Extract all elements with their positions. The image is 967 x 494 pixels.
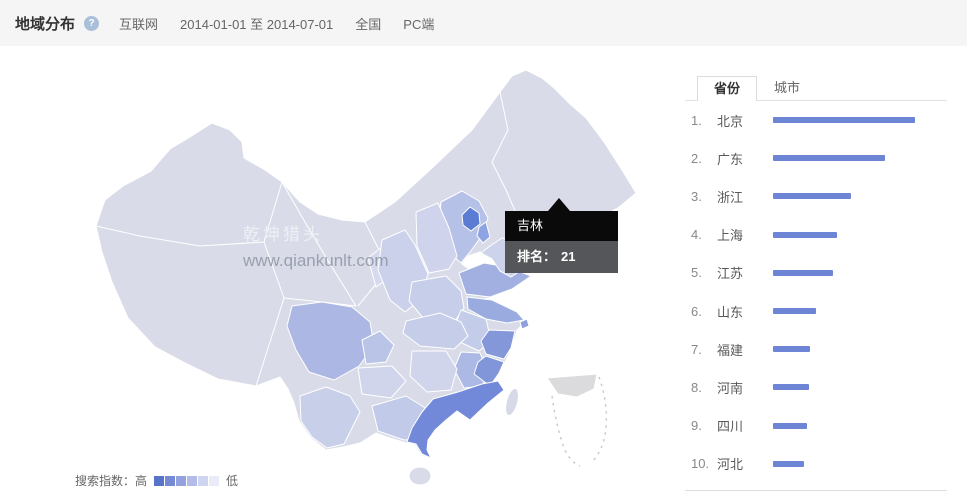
tooltip-rank-value: 21 xyxy=(561,249,575,264)
rank-number: 1. xyxy=(691,113,717,128)
province-hainan[interactable] xyxy=(409,467,431,485)
rank-number: 10. xyxy=(691,456,717,471)
province-bar[interactable] xyxy=(773,384,809,390)
province-name: 福建 xyxy=(717,340,773,359)
tooltip-province: 吉林 xyxy=(505,211,618,241)
rank-number: 2. xyxy=(691,151,717,166)
tooltip-rank: 排名： 21 xyxy=(505,241,618,273)
legend-swatch xyxy=(187,476,197,486)
filter-device: PC端 xyxy=(403,14,434,33)
rank-number: 8. xyxy=(691,380,717,395)
legend-swatch xyxy=(176,476,186,486)
tooltip-rank-label: 排名： xyxy=(517,249,556,264)
province-taiwan[interactable] xyxy=(503,387,521,417)
rank-number: 7. xyxy=(691,342,717,357)
legend-swatches xyxy=(154,476,220,486)
province-bar[interactable] xyxy=(773,308,816,314)
legend-swatch xyxy=(198,476,208,486)
province-bar[interactable] xyxy=(773,461,804,467)
legend-swatch xyxy=(209,476,219,486)
province-name: 河南 xyxy=(717,378,773,397)
rank-row: 2.广东 xyxy=(685,139,947,177)
province-bar[interactable] xyxy=(773,117,915,123)
rank-row: 4.上海 xyxy=(685,216,947,254)
province-name: 广东 xyxy=(717,149,773,168)
rank-row: 9.四川 xyxy=(685,407,947,445)
rank-number: 9. xyxy=(691,418,717,433)
filter-region: 全国 xyxy=(355,14,381,33)
rank-number: 3. xyxy=(691,189,717,204)
filter-channel: 互联网 xyxy=(119,14,158,33)
rank-row: 6.山东 xyxy=(685,292,947,330)
filter-date-range: 2014-01-01 至 2014-07-01 xyxy=(180,14,333,33)
province-bar[interactable] xyxy=(773,155,885,161)
province-bar[interactable] xyxy=(773,346,810,352)
tab-city[interactable]: 城市 xyxy=(757,76,817,100)
province-ranking-list: 1.北京2.广东3.浙江4.上海5.江苏6.山东7.福建8.河南9.四川10.河… xyxy=(685,101,947,483)
search-index-legend: 搜索指数：高 低 xyxy=(75,472,238,489)
rank-row: 8.河南 xyxy=(685,368,947,406)
province-name: 四川 xyxy=(717,416,773,435)
header: 地域分布 ? 互联网 2014-01-01 至 2014-07-01 全国 PC… xyxy=(0,0,967,46)
legend-high-label: 高 xyxy=(135,472,147,489)
rank-row: 3.浙江 xyxy=(685,177,947,215)
province-name: 浙江 xyxy=(717,187,773,206)
province-bar[interactable] xyxy=(773,232,837,238)
rank-row: 7.福建 xyxy=(685,330,947,368)
rank-number: 6. xyxy=(691,304,717,319)
rank-row: 1.北京 xyxy=(685,101,947,139)
ranking-tabs: 省份城市 xyxy=(697,76,817,101)
province-name: 江苏 xyxy=(717,263,773,282)
legend-low-label: 低 xyxy=(226,472,238,489)
tab-province[interactable]: 省份 xyxy=(697,76,757,101)
province-name: 上海 xyxy=(717,225,773,244)
rank-number: 5. xyxy=(691,265,717,280)
province-bar[interactable] xyxy=(773,193,851,199)
rank-row: 10.河北 xyxy=(685,445,947,483)
help-icon[interactable]: ? xyxy=(84,16,99,31)
legend-label: 搜索指数： xyxy=(75,472,135,489)
panel-bottom-divider xyxy=(685,490,947,491)
south-china-sea-inset xyxy=(547,374,597,397)
page-title: 地域分布 xyxy=(15,13,75,34)
tooltip-arrow-icon xyxy=(548,198,570,211)
province-name: 北京 xyxy=(717,111,773,130)
province-name: 山东 xyxy=(717,302,773,321)
rank-number: 4. xyxy=(691,227,717,242)
rank-row: 5.江苏 xyxy=(685,254,947,292)
legend-swatch xyxy=(165,476,175,486)
province-bar[interactable] xyxy=(773,423,807,429)
map-tooltip: 吉林 排名： 21 xyxy=(505,211,618,273)
legend-swatch xyxy=(154,476,164,486)
province-bar[interactable] xyxy=(773,270,833,276)
province-name: 河北 xyxy=(717,454,773,473)
